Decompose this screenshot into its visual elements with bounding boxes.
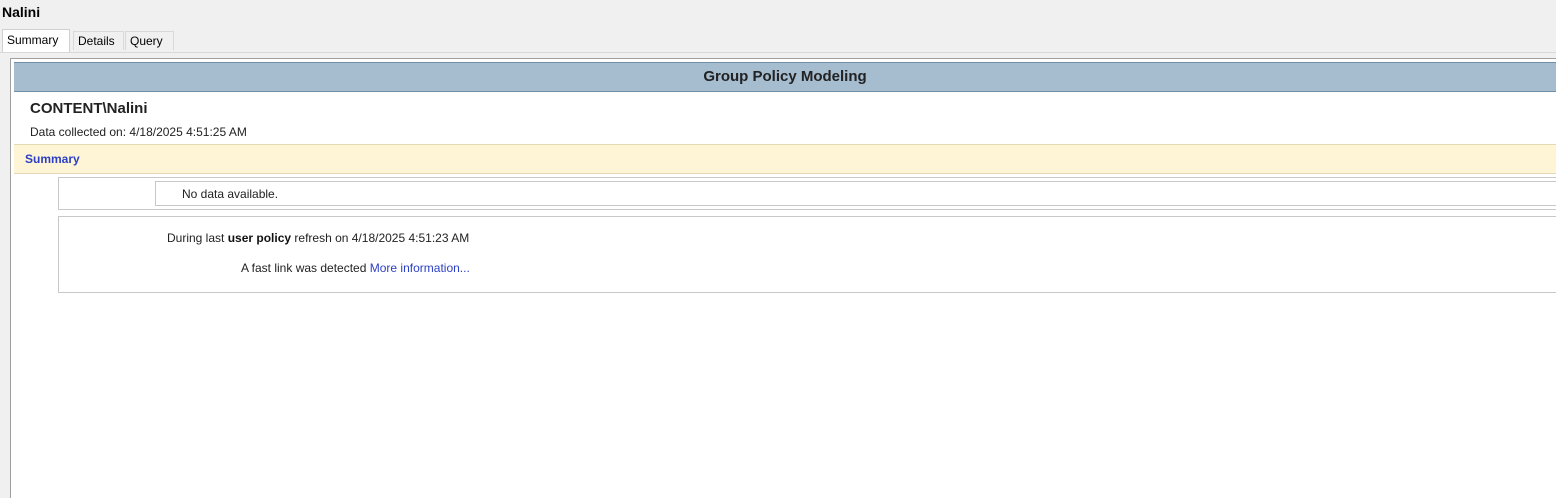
refresh-info: During last user policy refresh on 4/18/…	[167, 231, 469, 245]
tab-strip: Summary Details Query	[0, 29, 1556, 53]
account-name: CONTENT\Nalini	[30, 100, 148, 117]
more-information-link[interactable]: More information...	[370, 261, 470, 275]
report-body: Group Policy Modeling CONTENT\Nalini Dat…	[14, 62, 1556, 498]
report-title: Group Policy Modeling	[14, 62, 1556, 92]
no-data-panel: No data available.	[155, 181, 1556, 206]
no-data-text: No data available.	[182, 187, 279, 201]
gpm-window: Nalini Summary Details Query Group Polic…	[0, 0, 1556, 498]
fast-link-info: A fast link was detected More informatio…	[241, 261, 470, 275]
summary-section-bar: Summary	[14, 144, 1556, 174]
tab-summary[interactable]: Summary	[2, 29, 70, 52]
tab-details[interactable]: Details	[73, 31, 124, 50]
refresh-prefix: During last	[167, 231, 228, 245]
tab-query[interactable]: Query	[125, 31, 174, 50]
computer-summary-box: No data available.	[58, 177, 1556, 210]
fast-link-text: A fast link was detected	[241, 261, 370, 275]
window-title: Nalini	[2, 4, 41, 20]
report-frame: Group Policy Modeling CONTENT\Nalini Dat…	[10, 58, 1556, 498]
data-collected-text: Data collected on: 4/18/2025 4:51:25 AM	[30, 125, 247, 139]
summary-section-link[interactable]: Summary	[25, 152, 80, 166]
refresh-policy-type: user policy	[227, 231, 292, 245]
user-summary-box: During last user policy refresh on 4/18/…	[58, 216, 1556, 293]
refresh-suffix: refresh on 4/18/2025 4:51:23 AM	[291, 231, 470, 245]
